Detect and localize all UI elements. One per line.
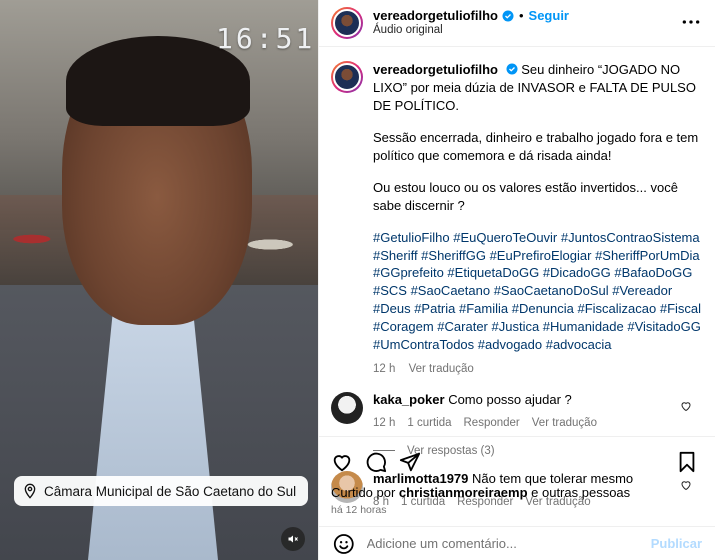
caption-text-3: Ou estou louco ou os valores estão inver… — [373, 179, 678, 213]
liked-by-suffix[interactable]: e outras pessoas — [528, 485, 630, 500]
comment-translate-link[interactable]: Ver tradução — [532, 417, 597, 429]
post-time[interactable]: há 12 horas — [331, 504, 704, 516]
location-label: Câmara Municipal de São Caetano do Sul — [44, 483, 297, 499]
commenter-username[interactable]: kaka_poker — [373, 392, 445, 407]
location-tag[interactable]: Câmara Municipal de São Caetano do Sul — [14, 476, 309, 506]
muted-speaker-icon — [288, 535, 298, 543]
heart-icon[interactable] — [331, 451, 353, 473]
caption-hashtags[interactable]: #GetulioFilho #EuQueroTeOuvir #JuntosCon… — [373, 229, 702, 355]
post-panel: vereadorgetuliofilho • Seguir Áudio orig… — [318, 0, 715, 560]
liked-by-user[interactable]: christianmoreiraemp — [399, 485, 528, 500]
comment-text: Como posso ajudar ? — [448, 391, 572, 407]
liked-by: Curtido por christianmoreiraemp e outras… — [331, 485, 704, 500]
follow-button[interactable]: Seguir — [529, 8, 569, 24]
share-icon[interactable] — [399, 451, 421, 473]
caption: vereadorgetuliofilho Seu dinheiro “JOGAD… — [331, 61, 702, 378]
audio-label[interactable]: Áudio original — [373, 24, 569, 38]
publish-button[interactable]: Publicar — [651, 536, 702, 551]
comment-icon[interactable] — [365, 451, 387, 473]
comment-likes[interactable]: 1 curtida — [407, 417, 451, 429]
verified-badge-icon — [506, 63, 518, 75]
comment-bar: Publicar — [319, 526, 715, 560]
more-options-icon[interactable] — [681, 14, 701, 30]
location-pin-icon — [24, 483, 36, 499]
liked-by-prefix: Curtido por — [331, 485, 399, 500]
caption-text-2: Sessão encerrada, dinheiro e trabalho jo… — [373, 129, 699, 163]
comments-scroll-area[interactable]: vereadorgetuliofilho Seu dinheiro “JOGAD… — [319, 46, 715, 508]
caption-username[interactable]: vereadorgetuliofilho — [373, 62, 498, 77]
caption-time[interactable]: 12 h — [373, 363, 395, 375]
bookmark-icon[interactable] — [676, 451, 698, 473]
comment-time[interactable]: 12 h — [373, 417, 395, 429]
author-avatar[interactable] — [331, 7, 363, 39]
comment: kaka_poker Como posso ajudar ? 12 h 1 cu… — [331, 391, 702, 429]
verified-badge-icon — [502, 10, 514, 22]
mute-button[interactable] — [281, 527, 305, 551]
caption-avatar[interactable] — [331, 61, 363, 93]
author-username[interactable]: vereadorgetuliofilho — [373, 8, 498, 24]
separator-dot: • — [518, 8, 524, 24]
caption-meta: 12 h Ver tradução — [373, 362, 702, 378]
comment-reply-link[interactable]: Responder — [464, 417, 520, 429]
video-timestamp: 16:51 — [216, 22, 316, 55]
post-actions: Curtido por christianmoreiraemp e outras… — [319, 436, 715, 516]
comment-input[interactable] — [366, 536, 651, 551]
reel-video[interactable]: 16:51 Câmara Municipal de São Caetano do… — [0, 0, 318, 560]
post-header: vereadorgetuliofilho • Seguir Áudio orig… — [319, 0, 715, 46]
heart-icon[interactable] — [680, 400, 692, 412]
emoji-icon[interactable] — [333, 533, 355, 555]
caption-translate-link[interactable]: Ver tradução — [409, 363, 474, 375]
commenter-avatar[interactable] — [331, 391, 363, 424]
